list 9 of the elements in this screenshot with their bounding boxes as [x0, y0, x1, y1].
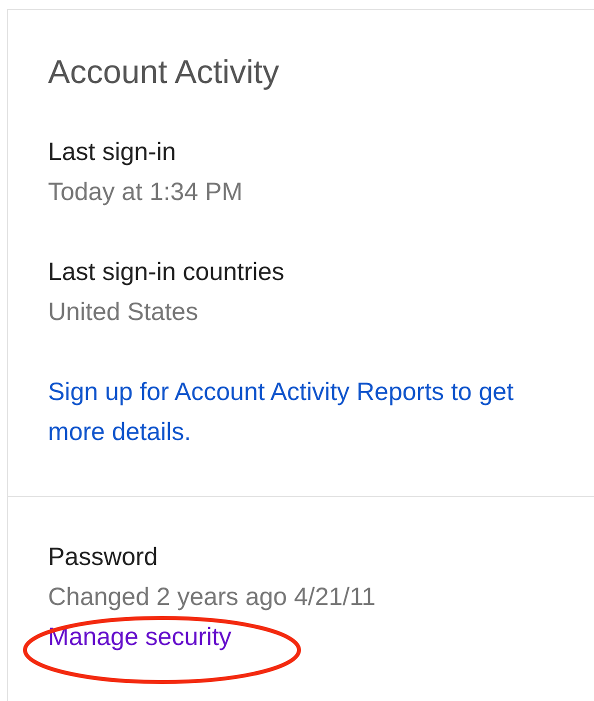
- field-value: Today at 1:34 PM: [48, 177, 243, 208]
- field-label: Last sign-in countries: [48, 257, 284, 288]
- field-label: Password: [48, 542, 158, 573]
- field-value: Changed 2 years ago 4/21/11: [48, 582, 376, 613]
- reports-link[interactable]: Sign up for Account Activity Reports to get more details.: [48, 372, 528, 452]
- field-value: United States: [48, 297, 198, 328]
- card-title: Account Activity: [48, 52, 280, 92]
- manage-security-link[interactable]: Manage security: [48, 617, 232, 657]
- field-label: Last sign-in: [48, 137, 176, 168]
